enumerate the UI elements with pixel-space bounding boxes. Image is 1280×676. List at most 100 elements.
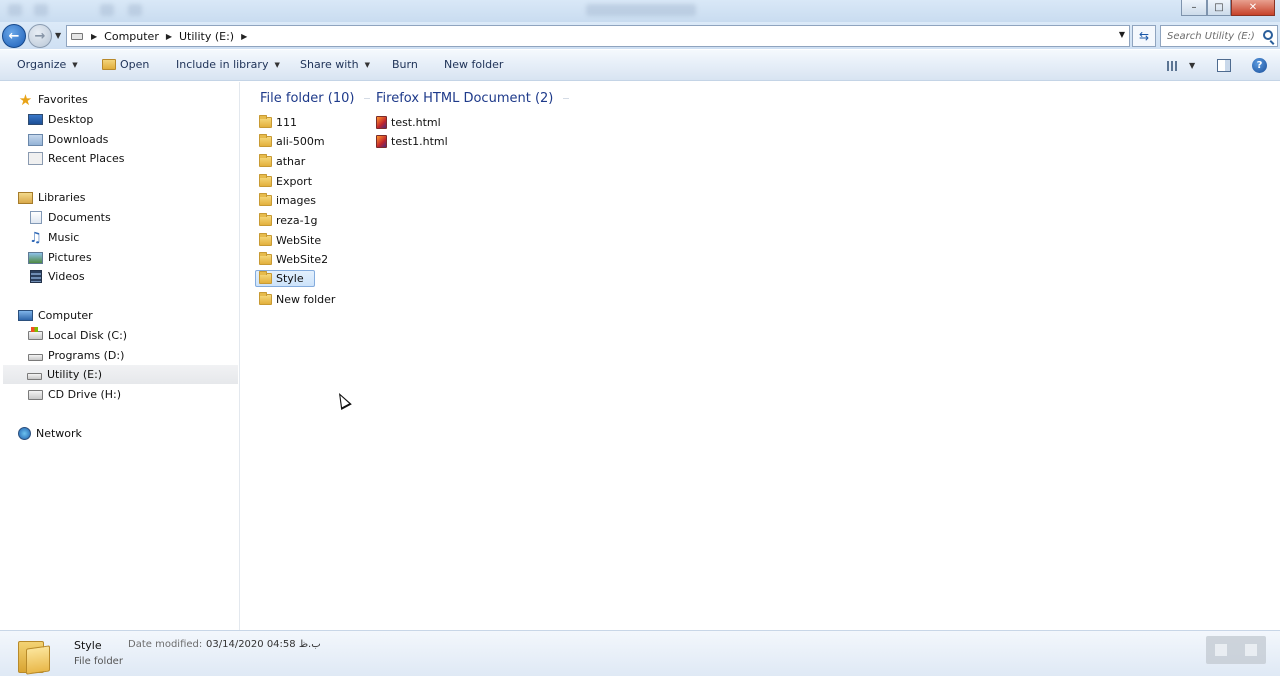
title-bar-blurred-icon — [8, 4, 22, 16]
details-pane: Style File folder Date modified: 03/14/2… — [0, 630, 1280, 676]
drive-icon — [28, 353, 43, 361]
sidebar-item-libraries[interactable]: Libraries — [18, 188, 86, 207]
file-name: test.html — [391, 116, 441, 129]
sidebar-item-desktop[interactable]: Desktop — [28, 110, 93, 129]
sidebar-label: Music — [48, 231, 80, 244]
close-button[interactable]: ✕ — [1231, 0, 1275, 16]
folder-item-selected[interactable]: Style — [255, 270, 315, 287]
folder-icon — [259, 134, 272, 147]
search-icon[interactable] — [1263, 30, 1273, 40]
search-box[interactable] — [1160, 25, 1278, 47]
folder-name: ali-500m — [276, 135, 325, 148]
address-history-dropdown[interactable]: ▼ — [1119, 30, 1125, 39]
new-folder-button[interactable]: New folder — [444, 58, 503, 71]
sidebar-item-local-disk-c[interactable]: Local Disk (C:) — [28, 326, 127, 345]
chevron-right-icon[interactable]: ▶ — [241, 32, 247, 41]
forward-arrow-icon: → — [34, 28, 46, 44]
local-disk-icon — [28, 327, 43, 340]
details-date-value: 03/14/2020 04:58 ب.ظ — [206, 639, 321, 650]
sidebar-item-cd-drive-h[interactable]: CD Drive (H:) — [28, 385, 121, 404]
sidebar-item-recent-places[interactable]: Recent Places — [28, 149, 125, 168]
sidebar-label: Pictures — [48, 251, 92, 264]
chevron-right-icon[interactable]: ▶ — [166, 32, 172, 41]
folder-icon — [259, 271, 272, 284]
refresh-button[interactable]: ⇆ — [1132, 25, 1156, 47]
open-folder-icon — [102, 59, 116, 70]
pause-icon[interactable] — [1215, 644, 1227, 656]
mouse-pointer-icon — [333, 390, 352, 410]
recorder-overlay[interactable] — [1206, 636, 1266, 664]
sidebar-item-downloads[interactable]: Downloads — [28, 130, 108, 149]
folder-icon — [259, 233, 272, 246]
burn-button[interactable]: Burn — [392, 58, 418, 71]
open-button[interactable]: Open — [102, 58, 149, 71]
include-in-library-button[interactable]: Include in library ▼ — [176, 58, 280, 71]
sidebar-item-videos[interactable]: Videos — [28, 267, 85, 286]
breadcrumb-utility[interactable]: Utility (E:) — [179, 30, 234, 43]
address-row: ← → ▼ ▶ Computer ▶ Utility (E:) ▶ ▼ ⇆ — [0, 22, 1280, 49]
sidebar-item-programs-d[interactable]: Programs (D:) — [28, 346, 124, 365]
organize-button[interactable]: Organize ▼ — [17, 58, 78, 71]
sidebar-item-pictures[interactable]: Pictures — [28, 248, 92, 267]
help-icon[interactable]: ? — [1252, 58, 1267, 73]
recent-pages-dropdown[interactable]: ▼ — [55, 31, 61, 40]
sidebar-item-favorites[interactable]: ★ Favorites — [18, 90, 88, 109]
folder-item[interactable]: athar — [256, 153, 315, 170]
help-glyph: ? — [1256, 60, 1263, 71]
folder-item[interactable]: New folder — [256, 291, 345, 308]
sidebar-item-computer[interactable]: Computer — [18, 306, 93, 325]
chevron-down-icon: ▼ — [364, 60, 370, 69]
folder-name: athar — [276, 155, 306, 168]
minimize-button[interactable]: – — [1181, 0, 1207, 16]
folder-icon — [259, 213, 272, 226]
folder-icon — [259, 154, 272, 167]
back-button[interactable]: ← — [2, 24, 26, 48]
folder-item[interactable]: Export — [256, 173, 322, 190]
navigation-pane: ★ Favorites Desktop Downloads Recent Plac… — [0, 82, 240, 630]
folder-item[interactable]: WebSite — [256, 232, 331, 249]
share-with-button[interactable]: Share with ▼ — [300, 58, 370, 71]
folder-name: 111 — [276, 116, 297, 129]
sidebar-item-music[interactable]: ♫ Music — [28, 228, 79, 247]
folder-icon — [259, 292, 272, 305]
breadcrumb-computer[interactable]: Computer — [104, 30, 159, 43]
details-date-label: Date modified: — [128, 639, 203, 650]
folder-item[interactable]: ali-500m — [256, 133, 335, 150]
sidebar-label: Libraries — [38, 191, 86, 204]
back-arrow-icon: ← — [8, 28, 20, 44]
group-header-file-folder[interactable]: File folder (10) — [260, 91, 371, 106]
group-header-label: Firefox HTML Document (2) — [376, 91, 554, 106]
chevron-right-icon[interactable]: ▶ — [91, 32, 97, 41]
downloads-icon — [28, 133, 43, 146]
firefox-html-icon — [376, 135, 387, 148]
sidebar-item-documents[interactable]: Documents — [28, 208, 111, 227]
maximize-button[interactable]: □ — [1207, 0, 1231, 16]
folder-icon — [259, 252, 272, 265]
command-bar: Organize ▼ Open Include in library ▼ Share… — [0, 50, 1280, 81]
sidebar-label: CD Drive (H:) — [48, 388, 122, 401]
address-bar[interactable]: ▶ Computer ▶ Utility (E:) ▶ ▼ — [66, 25, 1130, 47]
pictures-icon — [28, 251, 43, 264]
folder-name: Export — [276, 175, 313, 188]
folder-item[interactable]: reza-1g — [256, 212, 328, 229]
file-item[interactable]: test.html — [373, 114, 451, 131]
camera-icon[interactable] — [1245, 644, 1257, 656]
file-name: test1.html — [391, 135, 448, 148]
sidebar-item-network[interactable]: Network — [18, 424, 82, 443]
chevron-down-icon: ▼ — [72, 60, 78, 69]
preview-pane-icon[interactable] — [1217, 59, 1231, 72]
file-item[interactable]: test1.html — [373, 133, 458, 150]
sidebar-item-utility-e[interactable]: Utility (E:) — [3, 365, 238, 384]
cd-drive-icon — [28, 389, 43, 400]
folder-item[interactable]: WebSite2 — [256, 251, 338, 268]
sidebar-label: Programs (D:) — [48, 349, 125, 362]
change-view-icon[interactable] — [1167, 61, 1179, 71]
forward-button[interactable]: → — [28, 24, 52, 48]
group-header-firefox-html[interactable]: Firefox HTML Document (2) — [376, 91, 570, 106]
documents-icon — [30, 211, 42, 224]
folder-item[interactable]: images — [256, 192, 326, 209]
chevron-down-icon[interactable]: ▼ — [1189, 61, 1195, 70]
folder-item[interactable]: 111 — [256, 114, 307, 131]
computer-icon — [18, 310, 33, 321]
search-input[interactable] — [1167, 30, 1257, 42]
